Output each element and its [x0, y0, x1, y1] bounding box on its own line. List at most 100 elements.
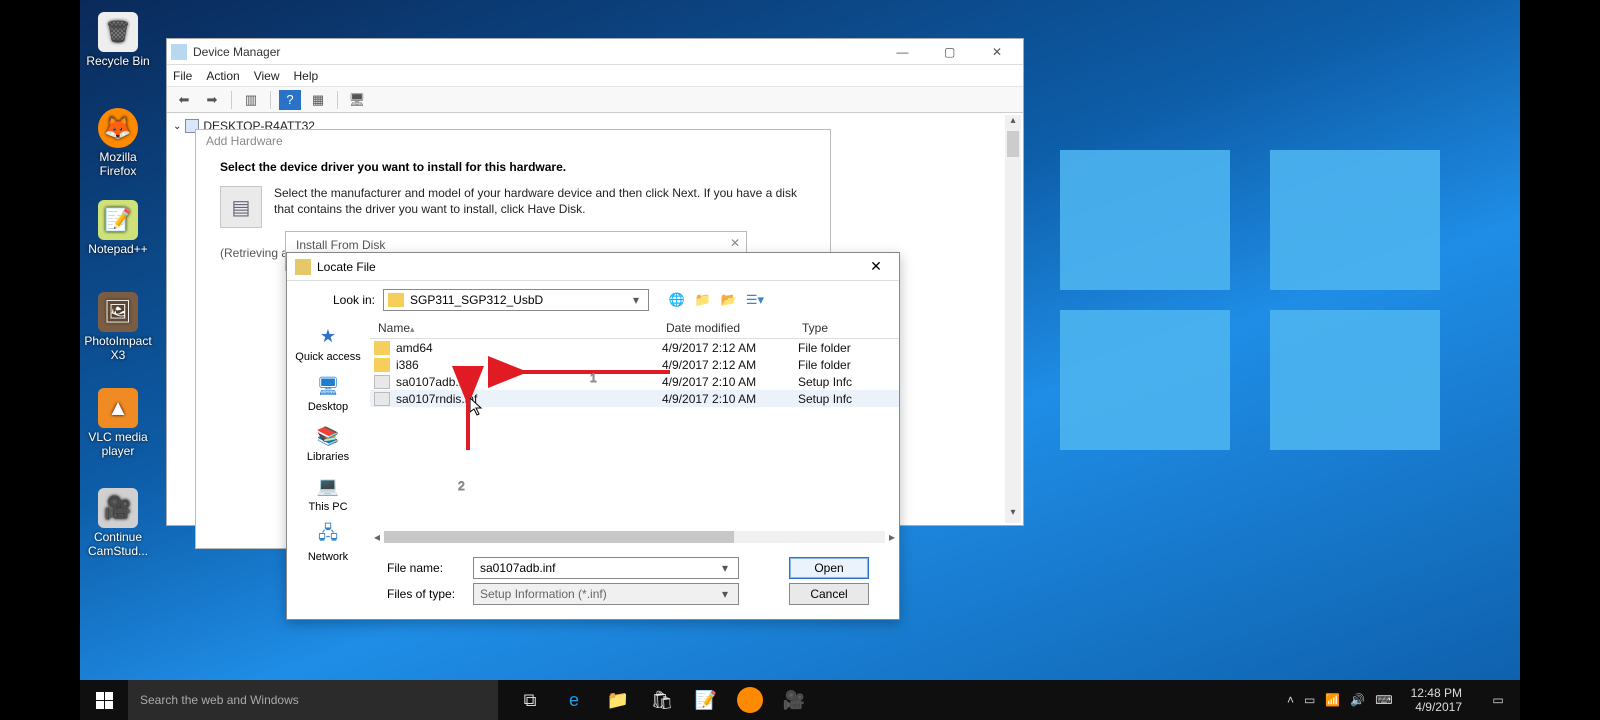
- toolbar: ⬅ ➡ ▥ ? ▦ 🖥: [167, 87, 1023, 113]
- chevron-down-icon: ▾: [718, 587, 732, 601]
- icon-label: Mozilla Firefox: [99, 150, 136, 178]
- scroll-down-icon[interactable]: ▾: [1005, 507, 1021, 523]
- filename-input[interactable]: sa0107adb.inf▾: [473, 557, 739, 579]
- scrollbar-horizontal[interactable]: ◂ ▸: [370, 529, 899, 545]
- go-back-button[interactable]: 🌐: [667, 290, 687, 310]
- tray-battery-icon[interactable]: ▭: [1304, 693, 1315, 707]
- scroll-up-icon[interactable]: ▴: [1005, 115, 1021, 131]
- col-date[interactable]: Date modified: [658, 321, 794, 335]
- file-date: 4/9/2017 2:10 AM: [662, 392, 798, 406]
- desktop-icon-firefox[interactable]: 🦊Mozilla Firefox: [84, 108, 152, 178]
- close-button[interactable]: ✕: [861, 258, 891, 275]
- menu-help[interactable]: Help: [294, 69, 319, 83]
- windows-icon: [96, 692, 113, 709]
- place-network[interactable]: 🖧Network: [287, 523, 369, 563]
- clock-time: 12:48 PM: [1411, 686, 1462, 700]
- file-type: Setup Infc: [798, 392, 878, 406]
- cancel-button[interactable]: Cancel: [789, 583, 869, 605]
- letterbox-left: [0, 0, 80, 720]
- lookin-value: SGP311_SGP312_UsbD: [410, 293, 628, 307]
- tray-volume-icon[interactable]: 🔊: [1350, 693, 1365, 707]
- close-button[interactable]: ✕: [975, 40, 1019, 64]
- view-menu-button[interactable]: ☰▾: [745, 290, 765, 310]
- action-center-button[interactable]: ▭: [1480, 680, 1516, 720]
- file-row[interactable]: i3864/9/2017 2:12 AMFile folder: [370, 356, 899, 373]
- task-view-button[interactable]: ⧉: [512, 682, 548, 718]
- titlebar[interactable]: Locate File ✕: [287, 253, 899, 281]
- wizard-title: Add Hardware: [196, 130, 830, 154]
- desktop-icon-vlc[interactable]: ▲VLC media player: [84, 388, 152, 458]
- divider: [270, 91, 271, 109]
- wizard-body-text: Select the manufacturer and model of you…: [274, 186, 806, 228]
- place-libraries[interactable]: 📚Libraries: [287, 423, 369, 463]
- places-bar: ★Quick access 🖥Desktop 📚Libraries 💻This …: [287, 317, 369, 551]
- close-icon[interactable]: ✕: [730, 236, 740, 250]
- back-button[interactable]: ⬅: [173, 90, 195, 110]
- maximize-button[interactable]: ▢: [928, 40, 972, 64]
- show-hidden-button[interactable]: ▥: [240, 90, 262, 110]
- titlebar[interactable]: Device Manager — ▢ ✕: [167, 39, 1023, 65]
- file-row[interactable]: sa0107adb.inf4/9/2017 2:10 AMSetup Infc: [370, 373, 899, 390]
- notepadpp-icon: 📝: [98, 200, 138, 240]
- menu-action[interactable]: Action: [206, 69, 239, 83]
- pc-icon: 💻: [311, 473, 345, 499]
- desktop-icon-notepadpp[interactable]: 📝 Notepad++: [84, 200, 152, 256]
- menu-view[interactable]: View: [254, 69, 280, 83]
- properties-button[interactable]: ▦: [307, 90, 329, 110]
- search-box[interactable]: Search the web and Windows: [128, 680, 498, 720]
- scan-hardware-button[interactable]: 🖥: [346, 90, 368, 110]
- taskbar-notepadpp[interactable]: 📝: [688, 682, 724, 718]
- desktop-icon-camstudio[interactable]: 🎥Continue CamStud...: [84, 488, 152, 558]
- taskbar-firefox[interactable]: [732, 682, 768, 718]
- wizard-heading: Select the device driver you want to ins…: [196, 154, 830, 182]
- recycle-bin-icon: 🗑: [98, 12, 138, 52]
- taskbar-store[interactable]: 🛍: [644, 682, 680, 718]
- file-list[interactable]: Name▴ Date modified Type amd644/9/2017 2…: [369, 317, 899, 551]
- taskbar-clock[interactable]: 12:48 PM 4/9/2017: [1403, 686, 1470, 715]
- tray-keyboard-icon[interactable]: ⌨: [1375, 693, 1392, 707]
- chevron-down-icon[interactable]: ▾: [718, 561, 732, 575]
- firefox-icon: 🦊: [98, 108, 138, 148]
- col-type[interactable]: Type: [794, 321, 874, 335]
- filename-label: File name:: [387, 561, 463, 575]
- scroll-right-icon[interactable]: ▸: [885, 530, 899, 544]
- desktop-icon-recycle-bin[interactable]: 🗑 Recycle Bin: [84, 12, 152, 68]
- scroll-thumb[interactable]: [384, 531, 734, 543]
- chevron-down-icon[interactable]: ▾: [628, 293, 644, 307]
- place-this-pc[interactable]: 💻This PC: [287, 473, 369, 513]
- tray-wifi-icon[interactable]: 📶: [1325, 693, 1340, 707]
- file-row[interactable]: amd644/9/2017 2:12 AMFile folder: [370, 339, 899, 356]
- clock-date: 4/9/2017: [1411, 700, 1462, 714]
- taskbar-edge[interactable]: e: [556, 682, 592, 718]
- scrollbar-vertical[interactable]: ▴ ▾: [1005, 115, 1021, 523]
- tray-chevron-up-icon[interactable]: ˄: [1287, 693, 1294, 707]
- open-button[interactable]: Open: [789, 557, 869, 579]
- icon-label: Recycle Bin: [86, 54, 149, 68]
- window-title: Device Manager: [193, 45, 880, 59]
- place-desktop[interactable]: 🖥Desktop: [287, 373, 369, 413]
- taskbar-camstudio[interactable]: 🎥: [776, 682, 812, 718]
- start-button[interactable]: [80, 680, 128, 720]
- up-one-level-button[interactable]: 📁: [693, 290, 713, 310]
- lookin-combo[interactable]: SGP311_SGP312_UsbD ▾: [383, 289, 649, 311]
- search-placeholder: Search the web and Windows: [140, 693, 299, 707]
- chevron-down-icon: ⌄: [173, 121, 181, 132]
- photoimpact-icon: 🖼: [98, 292, 138, 332]
- file-row[interactable]: sa0107rndis.inf4/9/2017 2:10 AMSetup Inf…: [370, 390, 899, 407]
- taskbar-file-explorer[interactable]: 📁: [600, 682, 636, 718]
- scroll-thumb[interactable]: [1007, 131, 1019, 157]
- filter-label: Files of type:: [387, 587, 463, 601]
- libraries-icon: 📚: [311, 423, 345, 449]
- menu-file[interactable]: File: [173, 69, 192, 83]
- help-button[interactable]: ?: [279, 90, 301, 110]
- scroll-left-icon[interactable]: ◂: [370, 530, 384, 544]
- desktop-icon-photoimpact[interactable]: 🖼PhotoImpact X3: [84, 292, 152, 362]
- forward-button[interactable]: ➡: [201, 90, 223, 110]
- new-folder-button[interactable]: 📂: [719, 290, 739, 310]
- column-headers[interactable]: Name▴ Date modified Type: [370, 317, 899, 339]
- file-date: 4/9/2017 2:12 AM: [662, 341, 798, 355]
- icon-label: Notepad++: [88, 242, 147, 256]
- lookin-label: Look in:: [299, 293, 375, 307]
- minimize-button[interactable]: —: [880, 40, 924, 64]
- place-quick-access[interactable]: ★Quick access: [287, 323, 369, 363]
